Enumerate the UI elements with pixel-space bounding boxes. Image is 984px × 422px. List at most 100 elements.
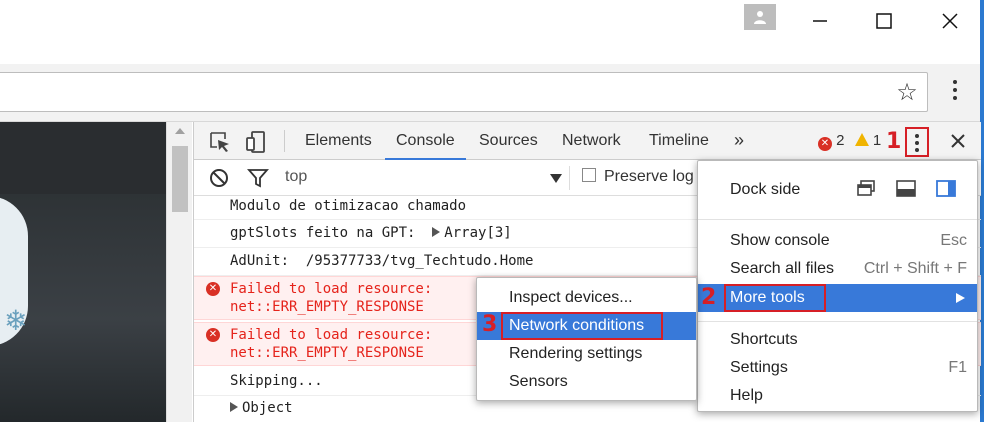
clear-icon xyxy=(210,169,228,187)
menu-separator xyxy=(698,321,977,322)
inspect-cursor-icon xyxy=(210,132,229,152)
console-message: gptSlots feito na GPT: xyxy=(230,225,433,241)
vertical-dots-icon xyxy=(907,134,927,152)
preserve-log-checkbox[interactable] xyxy=(582,168,596,182)
error-message-line2: net::ERR_EMPTY_RESPONSE xyxy=(230,345,424,361)
error-message-line1: Failed to load resource: xyxy=(230,327,433,343)
menu-item-label: Rendering settings xyxy=(509,345,643,362)
console-object[interactable]: Object xyxy=(242,400,293,416)
menu-item-label: Inspect devices... xyxy=(509,289,633,306)
menu-item-shortcut: F1 xyxy=(948,359,967,376)
submenu-arrow-icon xyxy=(956,293,965,303)
error-icon: ✕ xyxy=(206,328,220,342)
minimize-icon xyxy=(813,20,827,22)
filter-icon xyxy=(247,169,269,188)
console-message: Skipping... xyxy=(230,373,323,389)
error-message-line1: Failed to load resource: xyxy=(230,281,433,297)
devtools-main-menu: Dock side Show console Esc Search all fi… xyxy=(697,160,978,412)
error-count: 2 xyxy=(836,132,845,149)
console-object[interactable]: Array[3] xyxy=(444,225,511,241)
devtools-menu-button[interactable] xyxy=(905,127,929,157)
step-1-label: 1 xyxy=(886,129,902,154)
filter-divider xyxy=(569,166,570,190)
error-icon: ✕ xyxy=(206,282,220,296)
devtools-tabbar: Elements Console Sources Network Timelin… xyxy=(194,122,981,160)
device-mode-icon xyxy=(246,131,265,153)
dock-side-label: Dock side xyxy=(730,181,801,198)
browser-menu-button[interactable] xyxy=(944,78,966,108)
expand-triangle-icon[interactable] xyxy=(432,227,441,237)
menu-item-show-console[interactable]: Show console Esc xyxy=(698,227,977,255)
menu-item-label: More tools xyxy=(724,284,826,312)
step-3-label: 3 xyxy=(482,312,498,337)
filter-button[interactable] xyxy=(247,167,271,191)
clear-console-button[interactable] xyxy=(208,167,232,191)
vertical-dots-icon xyxy=(944,80,966,100)
chevron-down-icon[interactable] xyxy=(550,174,562,183)
profile-button[interactable] xyxy=(744,4,776,30)
person-icon xyxy=(754,11,766,24)
dock-bottom-icon xyxy=(896,180,916,197)
snowflake-icon: ❄ xyxy=(4,305,28,336)
console-message: Modulo de otimizacao chamado xyxy=(230,198,467,214)
more-tabs-button[interactable]: » xyxy=(734,122,744,160)
menu-item-inspect-devices[interactable]: Inspect devices... xyxy=(477,284,696,312)
undock-icon xyxy=(857,180,875,196)
menu-item-more-tools[interactable]: More tools xyxy=(698,284,977,312)
menu-item-rendering-settings[interactable]: Rendering settings xyxy=(477,340,696,368)
dock-undock-button[interactable] xyxy=(856,180,876,197)
scrollbar-thumb[interactable] xyxy=(172,146,188,212)
menu-item-network-conditions[interactable]: Network conditions xyxy=(477,312,696,340)
device-toolbar-button[interactable] xyxy=(244,130,268,154)
menu-separator xyxy=(698,219,977,220)
menu-item-label: Shortcuts xyxy=(730,331,798,348)
browser-toolbar: ☆ xyxy=(0,64,980,122)
error-icon: ✕ xyxy=(818,137,832,151)
menu-item-label: Sensors xyxy=(509,373,568,390)
warning-icon xyxy=(854,133,869,146)
error-message-line2: net::ERR_EMPTY_RESPONSE xyxy=(230,299,424,315)
address-bar[interactable]: ☆ xyxy=(0,72,928,112)
more-tools-submenu: Inspect devices... Network conditions Re… xyxy=(476,277,697,401)
menu-item-settings[interactable]: Settings F1 xyxy=(698,354,977,382)
preserve-log-option[interactable]: Preserve log xyxy=(582,168,694,186)
tab-network[interactable]: Network xyxy=(562,122,621,160)
menu-item-shortcut: Ctrl + Shift + F xyxy=(863,260,967,277)
console-message: AdUnit: /95377733/tvg_Techtudo.Home xyxy=(230,253,534,269)
close-icon xyxy=(942,13,958,29)
menu-item-sensors[interactable]: Sensors xyxy=(477,368,696,396)
tab-sources[interactable]: Sources xyxy=(479,122,538,160)
expand-triangle-icon[interactable] xyxy=(230,402,238,412)
tab-elements[interactable]: Elements xyxy=(305,122,372,160)
toolbar-divider xyxy=(284,130,285,152)
page-scrollbar[interactable] xyxy=(166,122,192,422)
menu-item-search-all-files[interactable]: Search all files Ctrl + Shift + F xyxy=(698,255,977,283)
menu-item-shortcuts[interactable]: Shortcuts xyxy=(698,326,977,354)
maximize-icon xyxy=(876,13,892,29)
window-close-button[interactable] xyxy=(930,8,970,36)
tab-console[interactable]: Console xyxy=(385,122,466,160)
maximize-button[interactable] xyxy=(864,8,904,36)
star-icon[interactable]: ☆ xyxy=(894,81,920,107)
issue-counter[interactable]: ✕ 2 1 xyxy=(818,132,881,152)
menu-item-label: Network conditions xyxy=(501,312,663,340)
menu-item-label: Search all files xyxy=(730,260,835,277)
menu-item-shortcut: Esc xyxy=(940,232,967,249)
warning-count: 1 xyxy=(872,132,882,149)
page-header-image xyxy=(0,122,166,194)
dock-right-button[interactable] xyxy=(936,180,956,197)
dock-right-icon xyxy=(936,180,956,197)
minimize-button[interactable] xyxy=(800,8,840,36)
preserve-log-label: Preserve log xyxy=(604,168,694,185)
scroll-up-arrow-icon[interactable] xyxy=(175,128,185,134)
menu-item-help[interactable]: Help xyxy=(698,382,977,410)
dock-bottom-button[interactable] xyxy=(896,180,916,197)
window-titlebar xyxy=(0,0,984,64)
devtools-close-button[interactable] xyxy=(947,128,969,154)
step-2-label: 2 xyxy=(701,285,717,310)
context-selector[interactable]: top xyxy=(285,168,307,186)
tab-timeline[interactable]: Timeline xyxy=(649,122,709,160)
inspect-element-button[interactable] xyxy=(208,130,232,154)
menu-item-label: Show console xyxy=(730,232,830,249)
menu-item-label: Help xyxy=(730,387,763,404)
